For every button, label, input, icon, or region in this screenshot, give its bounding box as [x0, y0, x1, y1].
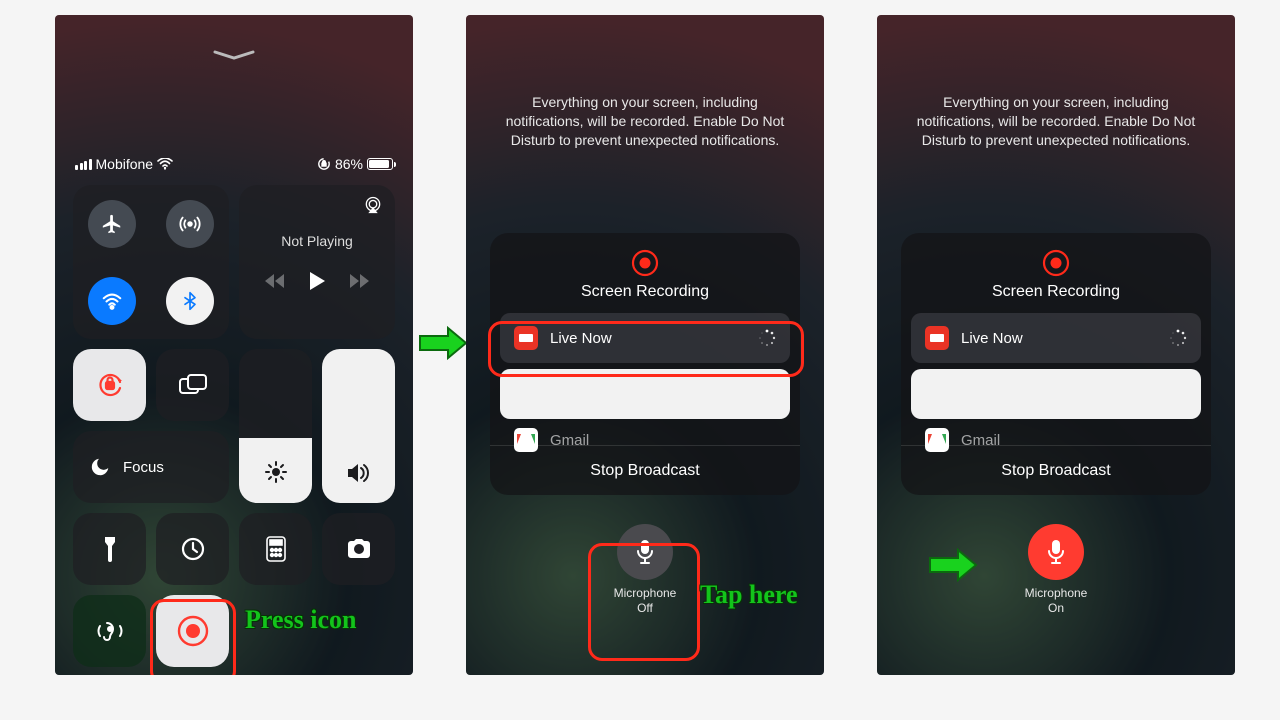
mic-state: Off [637, 601, 653, 615]
focus-label: Focus [123, 459, 164, 476]
stop-broadcast-button[interactable]: Stop Broadcast [901, 445, 1211, 495]
moon-icon [89, 456, 111, 478]
broadcast-app-row[interactable] [500, 369, 790, 419]
forward-icon[interactable] [348, 273, 370, 294]
broadcast-picker-card: Screen Recording Live Now Gmail Stop Bro… [901, 233, 1211, 495]
airplane-mode-button[interactable] [88, 200, 136, 248]
arrow-icon [418, 326, 468, 360]
microphone-icon [617, 524, 673, 580]
brightness-slider[interactable] [239, 349, 312, 503]
battery-icon [367, 158, 393, 170]
status-bar: Mobifone 86% [75, 153, 393, 175]
loading-spinner-icon [758, 329, 776, 347]
screen-mirroring-button[interactable] [156, 349, 229, 421]
live-now-app-icon [925, 326, 949, 350]
play-icon[interactable] [308, 271, 326, 296]
broadcast-app-live-now[interactable]: Live Now [911, 313, 1201, 363]
recording-disclaimer: Everything on your screen, including not… [907, 93, 1205, 150]
stop-broadcast-button[interactable]: Stop Broadcast [490, 445, 800, 495]
microphone-toggle[interactable]: MicrophoneOff [605, 524, 685, 615]
screen-record-button[interactable] [156, 595, 229, 667]
sun-icon [264, 460, 288, 489]
orientation-lock-icon [317, 157, 331, 171]
loading-spinner-icon [1169, 329, 1187, 347]
wifi-icon [157, 158, 173, 170]
record-icon [1042, 249, 1070, 277]
bluetooth-button[interactable] [166, 277, 214, 325]
record-icon [631, 249, 659, 277]
annotation-tap-here: Tap here [700, 580, 798, 610]
flashlight-button[interactable] [73, 513, 146, 585]
volume-slider[interactable] [322, 349, 395, 503]
orientation-lock-button[interactable] [73, 349, 146, 421]
speaker-icon [346, 462, 372, 489]
broadcast-picker-screen-mic-off: Everything on your screen, including not… [466, 15, 824, 675]
broadcast-app-row[interactable] [911, 369, 1201, 419]
camera-button[interactable] [322, 513, 395, 585]
rewind-icon[interactable] [264, 273, 286, 294]
broadcast-app-live-now[interactable]: Live Now [500, 313, 790, 363]
app-label: Live Now [550, 330, 612, 347]
carrier-label: Mobifone [96, 156, 154, 172]
focus-button[interactable]: Focus [73, 431, 229, 503]
media-status-label: Not Playing [281, 233, 353, 249]
airplay-icon[interactable] [363, 195, 383, 220]
broadcast-picker-card: Screen Recording Live Now Gmail Stop Bro… [490, 233, 800, 495]
media-playback-tile[interactable]: Not Playing [239, 185, 395, 339]
microphone-icon [1028, 524, 1084, 580]
wifi-button[interactable] [88, 277, 136, 325]
timer-button[interactable] [156, 513, 229, 585]
calculator-button[interactable] [239, 513, 312, 585]
mic-state: On [1048, 601, 1064, 615]
broadcast-title: Screen Recording [901, 283, 1211, 301]
live-now-app-icon [514, 326, 538, 350]
stop-broadcast-label: Stop Broadcast [590, 462, 699, 480]
stop-broadcast-label: Stop Broadcast [1001, 462, 1110, 480]
annotation-press-icon: Press icon [245, 605, 356, 635]
control-center-grid: Not Playing [73, 185, 395, 667]
broadcast-title: Screen Recording [490, 283, 800, 301]
connectivity-tile[interactable] [73, 185, 229, 339]
hearing-button[interactable] [73, 595, 146, 667]
media-controls [264, 271, 370, 296]
microphone-toggle[interactable]: MicrophoneOn [1016, 524, 1096, 615]
cellular-bars-icon [75, 159, 92, 170]
control-center-screen: Mobifone 86% [55, 15, 413, 675]
recording-disclaimer: Everything on your screen, including not… [496, 93, 794, 150]
cellular-data-button[interactable] [166, 200, 214, 248]
battery-percent: 86% [335, 156, 363, 172]
grabber-icon[interactable] [213, 50, 255, 56]
arrow-icon [928, 548, 978, 582]
mic-label: Microphone [614, 586, 677, 600]
app-label: Live Now [961, 330, 1023, 347]
mic-label: Microphone [1025, 586, 1088, 600]
